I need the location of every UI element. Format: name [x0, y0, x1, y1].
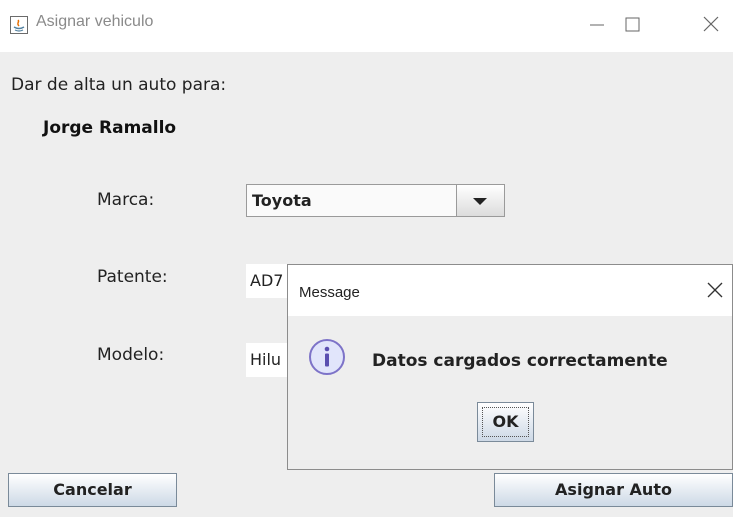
dialog-close-icon[interactable]	[704, 279, 726, 301]
cancel-button[interactable]: Cancelar	[8, 473, 177, 507]
owner-name: Jorge Ramallo	[43, 118, 177, 138]
java-icon	[10, 16, 28, 34]
marca-select[interactable]: Toyota	[246, 184, 505, 217]
assign-car-button[interactable]: Asignar Auto	[494, 473, 733, 507]
info-icon	[309, 339, 345, 375]
marca-label: Marca:	[97, 190, 155, 210]
marca-select-value: Toyota	[252, 191, 312, 210]
intro-label: Dar de alta un auto para:	[11, 75, 227, 95]
modelo-field-value: Hilu	[250, 350, 282, 369]
window-titlebar: Asignar vehiculo	[0, 0, 733, 52]
patente-label: Patente:	[97, 267, 168, 287]
ok-button-label: OK	[482, 407, 529, 437]
patente-field-value: AD7	[250, 271, 284, 290]
triangle-down-icon	[473, 198, 487, 205]
maximize-icon[interactable]	[618, 10, 646, 38]
close-icon[interactable]	[697, 10, 725, 38]
modelo-label: Modelo:	[97, 345, 165, 365]
dialog-title: Message	[299, 284, 360, 301]
dialog-message: Datos cargados correctamente	[372, 351, 668, 371]
dialog-titlebar: Message	[288, 265, 732, 316]
minimize-icon[interactable]	[583, 10, 611, 38]
ok-button[interactable]: OK	[477, 402, 534, 442]
window-title: Asignar vehiculo	[36, 13, 154, 30]
marca-dropdown-button[interactable]	[456, 185, 504, 216]
message-dialog: Message Datos cargados correctamente OK	[287, 264, 733, 470]
